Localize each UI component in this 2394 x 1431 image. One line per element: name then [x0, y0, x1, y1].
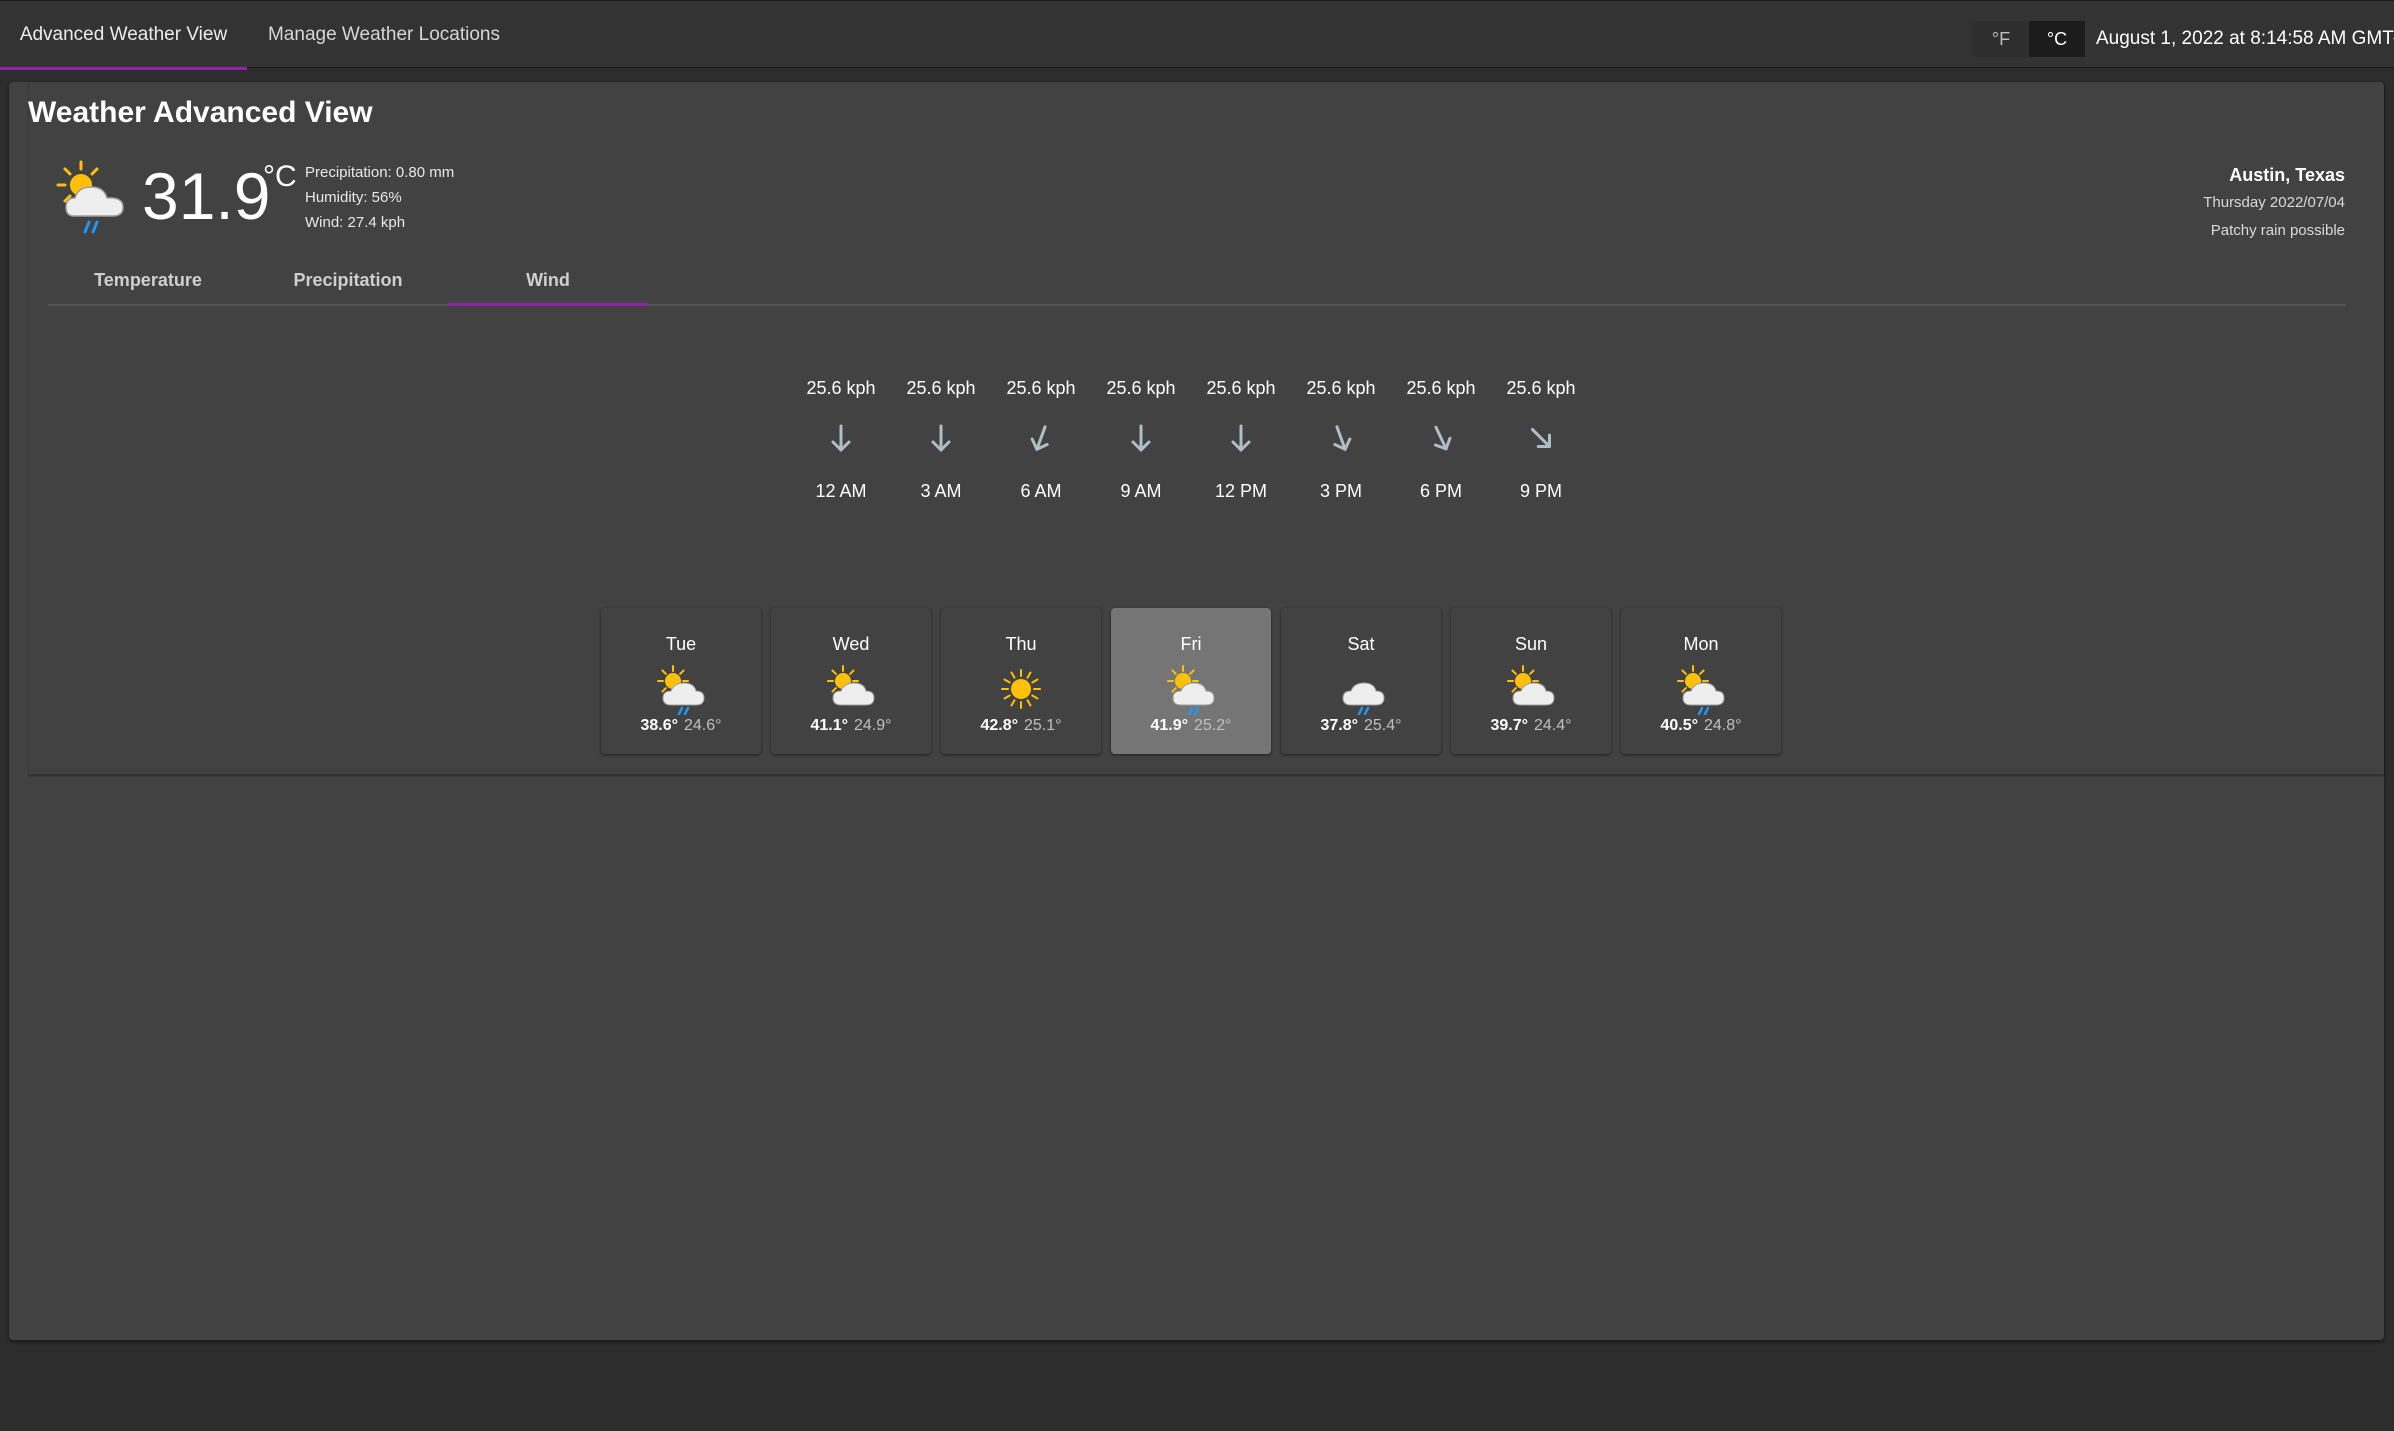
top-app-bar: Advanced Weather View Manage Weather Loc…	[0, 0, 2394, 70]
wind-direction-arrow-icon	[1030, 425, 1049, 451]
partly-cloudy-rain-icon	[657, 665, 705, 715]
tab-advanced-weather-view[interactable]: Advanced Weather View	[0, 1, 247, 70]
wind-direction-arrow-icon	[831, 424, 851, 452]
tab-temperature[interactable]: Temperature	[48, 256, 248, 304]
day-name: Thu	[1005, 634, 1037, 654]
day-card-sat[interactable]: Sat 37.8° 25.4°	[1281, 608, 1441, 754]
day-card-fri[interactable]: Fri 41.9° 25.2°	[1111, 608, 1271, 754]
day-temperatures: 41.9° 25.2°	[1111, 717, 1271, 735]
sun-icon	[1001, 669, 1041, 709]
day-low-temp: 25.1°	[1024, 717, 1062, 734]
forecast-tabs: Temperature Precipitation Wind	[48, 256, 2346, 306]
wind-forecast-item: 25.6 kph 9 PM	[1491, 376, 1591, 502]
day-card-thu[interactable]: Thu 42.8° 25.1°	[941, 608, 1101, 754]
day-card-wed[interactable]: Wed 41.1° 24.9°	[771, 608, 931, 754]
current-humidity: Humidity: 56%	[305, 189, 402, 206]
celsius-button[interactable]: °C	[2029, 21, 2085, 57]
day-temperatures: 39.7° 24.4°	[1451, 717, 1611, 735]
day-low-temp: 24.8°	[1704, 717, 1742, 734]
tab-precipitation[interactable]: Precipitation	[248, 256, 448, 304]
current-precipitation: Precipitation: 0.80 mm	[305, 164, 455, 181]
wind-speed: 25.6 kph	[1006, 378, 1076, 398]
current-datetime: August 1, 2022 at 8:14:58 AM GMT-7	[2096, 28, 2394, 49]
partly-cloudy-rain-icon	[56, 160, 124, 234]
day-low-temp: 25.2°	[1194, 717, 1232, 734]
day-name: Mon	[1683, 634, 1719, 654]
day-low-temp: 24.4°	[1534, 717, 1572, 734]
wind-speed: 25.6 kph	[1206, 378, 1276, 398]
wind-time: 9 PM	[1519, 481, 1562, 501]
day-high-temp: 42.8°	[980, 717, 1018, 734]
wind-time: 3 AM	[920, 481, 962, 501]
location-name: Austin, Texas	[2229, 165, 2345, 185]
day-name: Sat	[1347, 634, 1375, 654]
cloud-rain-icon	[1342, 682, 1385, 715]
wind-speed: 25.6 kph	[806, 378, 876, 398]
day-name: Wed	[832, 634, 870, 654]
day-low-temp: 24.9°	[854, 717, 892, 734]
wind-speed: 25.6 kph	[1506, 378, 1576, 398]
location-condition: Patchy rain possible	[2210, 222, 2345, 239]
wind-forecast-item: 25.6 kph 6 AM	[991, 376, 1091, 502]
current-temperature-unit: °C	[263, 160, 297, 193]
day-name: Tue	[665, 634, 697, 654]
day-low-temp: 25.4°	[1364, 717, 1402, 734]
partly-cloudy-icon	[827, 665, 875, 706]
wind-forecast-item: 25.6 kph 6 PM	[1391, 376, 1491, 502]
wind-time: 9 AM	[1120, 481, 1162, 501]
day-low-temp: 24.6°	[684, 717, 722, 734]
wind-forecast-item: 25.6 kph 3 PM	[1291, 376, 1391, 502]
location-date: Thursday 2022/07/04	[2203, 194, 2345, 211]
wind-direction-arrow-icon	[931, 424, 951, 452]
page-title: Weather Advanced View	[28, 96, 373, 129]
wind-forecast-item: 25.6 kph 12 PM	[1191, 376, 1291, 502]
fahrenheit-button[interactable]: °F	[1973, 21, 2029, 57]
day-high-temp: 41.1°	[810, 717, 848, 734]
wind-time: 12 PM	[1214, 481, 1268, 501]
wind-time: 12 AM	[815, 481, 867, 501]
day-high-temp: 38.6°	[640, 717, 678, 734]
wind-speed: 25.6 kph	[1306, 378, 1376, 398]
wind-forecast-item: 25.6 kph 3 AM	[891, 376, 991, 502]
wind-time: 6 AM	[1020, 481, 1062, 501]
wind-time: 3 PM	[1319, 481, 1362, 501]
wind-speed: 25.6 kph	[1406, 378, 1476, 398]
day-temperatures: 37.8° 25.4°	[1281, 717, 1441, 735]
day-high-temp: 40.5°	[1660, 717, 1698, 734]
wind-time: 6 PM	[1419, 481, 1462, 501]
partly-cloudy-icon	[1507, 665, 1555, 706]
day-high-temp: 37.8°	[1320, 717, 1358, 734]
wind-forecast-item: 25.6 kph 12 AM	[791, 376, 891, 502]
day-temperatures: 38.6° 24.6°	[601, 717, 761, 735]
day-card-sun[interactable]: Sun 39.7° 24.4°	[1451, 608, 1611, 754]
day-temperatures: 40.5° 24.8°	[1621, 717, 1781, 735]
partly-cloudy-rain-icon	[1677, 665, 1725, 715]
wind-direction-arrow-icon	[1531, 428, 1551, 448]
partly-cloudy-rain-icon	[1167, 665, 1215, 715]
day-name: Sun	[1514, 634, 1548, 654]
wind-direction-arrow-icon	[1131, 424, 1151, 452]
current-temperature: 31.9	[142, 159, 271, 233]
day-card-tue[interactable]: Tue 38.6° 24.6°	[601, 608, 761, 754]
tab-manage-weather-locations[interactable]: Manage Weather Locations	[256, 1, 512, 69]
day-temperatures: 42.8° 25.1°	[941, 717, 1101, 735]
wind-speed: 25.6 kph	[906, 378, 976, 398]
wind-speed: 25.6 kph	[1106, 378, 1176, 398]
current-wind: Wind: 27.4 kph	[305, 214, 406, 231]
wind-forecast-item: 25.6 kph 9 AM	[1091, 376, 1191, 502]
day-card-mon[interactable]: Mon 40.5° 24.8°	[1621, 608, 1781, 754]
day-temperatures: 41.1° 24.9°	[771, 717, 931, 735]
wind-direction-arrow-icon	[1333, 425, 1352, 451]
day-name: Fri	[1180, 634, 1202, 654]
wind-direction-arrow-icon	[1231, 424, 1251, 452]
unit-toggle: °F °C	[1973, 21, 2085, 57]
wind-direction-arrow-icon	[1433, 425, 1452, 451]
day-high-temp: 39.7°	[1490, 717, 1528, 734]
tab-wind[interactable]: Wind	[448, 256, 648, 306]
day-high-temp: 41.9°	[1150, 717, 1188, 734]
